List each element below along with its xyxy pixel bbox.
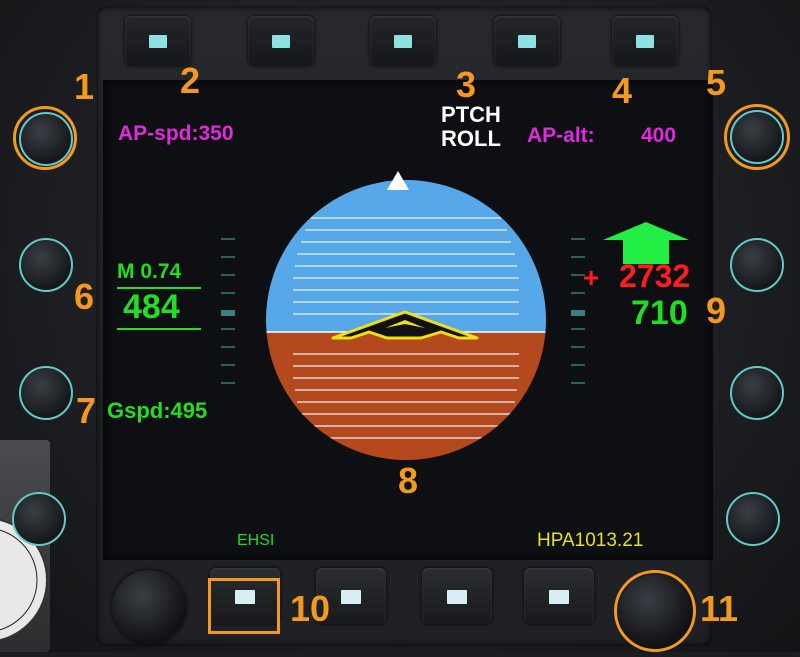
autopilot-speed-readout: AP-spd:350 [118,122,234,145]
altitude-target-sign: + [583,262,600,293]
left-knob-3[interactable] [19,366,73,420]
osb-top-1[interactable] [125,16,191,66]
osb-top-3[interactable] [370,16,436,66]
button-lamp [341,590,361,604]
button-lamp [549,590,569,604]
right-knob-4[interactable] [726,492,780,546]
osb-bottom-3[interactable] [422,568,492,624]
annotation-number-5: 5 [706,62,727,103]
button-lamp [149,35,167,48]
button-lamp [518,35,536,48]
annotation-number-11: 11 [700,588,739,629]
annotation-number-1: 1 [74,66,95,107]
right-knob-3[interactable] [730,366,784,420]
annotation-number-7: 7 [76,390,97,431]
mach-readout: M 0.74 [117,260,182,283]
side-instrument-gauge [0,440,50,652]
annotation-number-8: 8 [398,460,419,501]
annotation-number-2: 2 [180,60,201,101]
autopilot-altitude-label: AP-alt: [527,124,595,147]
autopilot-mode-box: PTCH ROLL [436,103,506,151]
annotation-ring-5 [724,104,790,170]
ground-speed-readout: Gspd:495 [107,398,208,423]
annotation-ring-11 [614,570,696,652]
heading-triangle-icon [387,171,409,190]
right-knob-2[interactable] [730,238,784,292]
altitude-target-readout: 2732 [619,258,691,294]
roll-mode-label: ROLL [441,126,501,151]
airspeed-box-bottom [117,328,201,330]
pitch-mode-label: PTCH [441,102,501,127]
autopilot-altitude-value: 400 [641,124,677,147]
left-knob-2[interactable] [19,238,73,292]
left-knob-4[interactable] [12,492,66,546]
annotation-number-10: 10 [290,588,331,629]
annotation-number-3: 3 [456,64,477,105]
page-label-ehsi: EHSI [237,532,275,549]
airspeed-readout: 484 [123,288,180,326]
bottom-left-knob[interactable] [112,570,186,644]
compass-dial-icon [0,518,48,642]
osb-top-2[interactable] [248,16,314,66]
annotation-number-6: 6 [74,276,95,317]
button-lamp [394,35,412,48]
button-lamp [272,35,290,48]
annotation-number-9: 9 [706,290,727,331]
aircraft-chevron-icon [331,310,479,340]
annotation-ring-1 [13,106,77,170]
baro-setting-readout: HPA1013.21 [537,530,644,551]
osb-bottom-4[interactable] [524,568,594,624]
osb-top-5[interactable] [612,16,678,66]
button-lamp [636,35,654,48]
button-lamp [447,590,467,604]
altitude-readout: 710 [631,294,688,332]
annotation-box-10 [208,578,280,634]
speed-tape-ticks [221,238,235,388]
altitude-tape-ticks [571,238,585,388]
osb-top-4[interactable] [494,16,560,66]
annotation-number-4: 4 [612,70,633,111]
